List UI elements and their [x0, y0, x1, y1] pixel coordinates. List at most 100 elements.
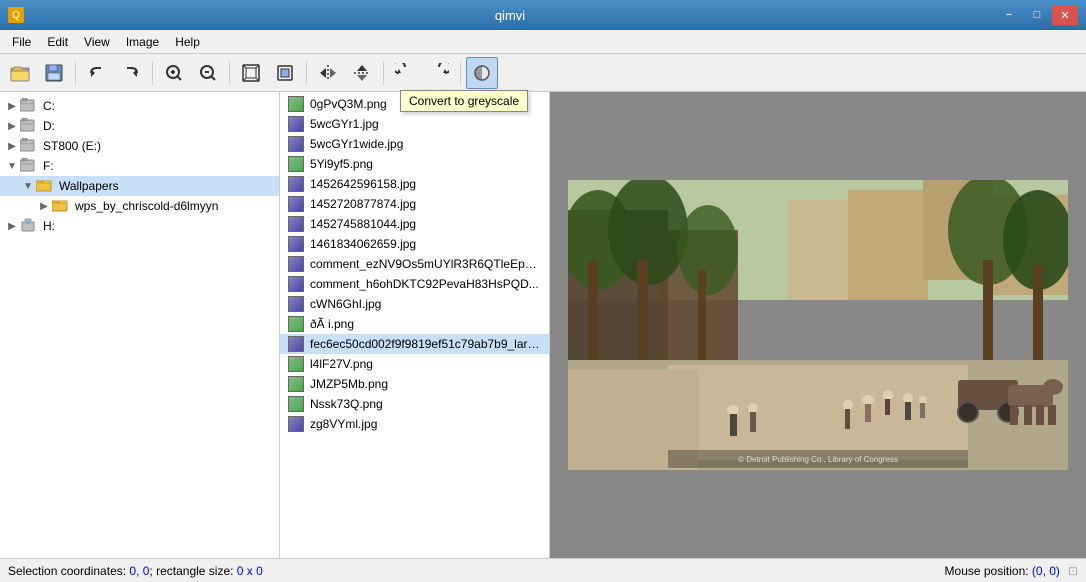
file-thumbnail — [288, 236, 304, 252]
file-item[interactable]: 1461834062659.jpg — [280, 234, 549, 254]
maximize-button[interactable]: □ — [1024, 5, 1050, 25]
file-item-selected[interactable]: fec6ec50cd002f9f9819ef51c79ab7b9_larg... — [280, 334, 549, 354]
file-item[interactable]: comment_h6ohDKTC92PevaH83HsPQD... — [280, 274, 549, 294]
undo-button[interactable] — [81, 57, 113, 89]
selection-coords: 0, 0 — [129, 564, 149, 578]
file-thumbnail — [288, 356, 304, 372]
rotate-ccw-button[interactable] — [389, 57, 421, 89]
file-name: fec6ec50cd002f9f9819ef51c79ab7b9_larg... — [310, 337, 541, 351]
tree-item-wallpapers[interactable]: ▼ Wallpapers — [0, 176, 279, 196]
file-thumbnail — [288, 136, 304, 152]
status-selection: Selection coordinates: 0, 0; rectangle s… — [8, 564, 945, 578]
file-item[interactable]: 1452745881044.jpg — [280, 214, 549, 234]
image-viewer[interactable]: © Detroit Publishing Co., Library of Con… — [550, 92, 1086, 558]
file-name: 5wcGYr1.jpg — [310, 117, 379, 131]
minimize-button[interactable]: − — [996, 5, 1022, 25]
tree-panel[interactable]: ▶ C: ▶ D: ▶ ST800 (E:) ▼ — [0, 92, 280, 558]
file-thumbnail — [288, 276, 304, 292]
file-item[interactable]: comment_ezNV9Os5mUYlR3R6QTleEp7... — [280, 254, 549, 274]
tooltip: Convert to greyscale — [400, 90, 528, 112]
tree-item-h[interactable]: ▶ H: — [0, 216, 279, 236]
flip-h-button[interactable] — [312, 57, 344, 89]
file-thumbnail — [288, 296, 304, 312]
tree-item-wps[interactable]: ▶ wps_by_chriscold-d6lmyyn — [0, 196, 279, 216]
file-name: 1452720877874.jpg — [310, 197, 416, 211]
file-thumbnail — [288, 376, 304, 392]
actual-size-button[interactable] — [269, 57, 301, 89]
file-item[interactable]: 5Yi9yf5.png — [280, 154, 549, 174]
tree-label: F: — [43, 159, 54, 173]
file-name: 5Yi9yf5.png — [310, 157, 373, 171]
file-name: zg8VYml.jpg — [310, 417, 377, 431]
file-name: 0gPvQ3M.png — [310, 97, 387, 111]
greyscale-button[interactable] — [466, 57, 498, 89]
tree-label: Wallpapers — [59, 179, 119, 193]
separator-1 — [75, 61, 76, 85]
menu-image[interactable]: Image — [118, 33, 167, 51]
tree-label: wps_by_chriscold-d6lmyyn — [75, 199, 218, 213]
expand-icon[interactable]: ▼ — [20, 181, 36, 192]
close-button[interactable]: ✕ — [1052, 5, 1078, 25]
zoom-out-button[interactable] — [192, 57, 224, 89]
file-name: 1461834062659.jpg — [310, 237, 416, 251]
open-button[interactable] — [4, 57, 36, 89]
svg-text:© Detroit Publishing Co., Libr: © Detroit Publishing Co., Library of Con… — [738, 455, 898, 464]
file-name: comment_ezNV9Os5mUYlR3R6QTleEp7... — [310, 257, 541, 271]
file-item[interactable]: JMZP5Mb.png — [280, 374, 549, 394]
file-item[interactable]: 5wcGYr1wide.jpg — [280, 134, 549, 154]
fit-window-button[interactable] — [235, 57, 267, 89]
file-name: Nssk73Q.png — [310, 397, 383, 411]
file-list-panel[interactable]: 0gPvQ3M.png 5wcGYr1.jpg 5wcGYr1wide.jpg … — [280, 92, 550, 558]
file-name: 1452642596158.jpg — [310, 177, 416, 191]
file-item[interactable]: ðÃ i.png — [280, 314, 549, 334]
file-item[interactable]: cWN6GhI.jpg — [280, 294, 549, 314]
file-item[interactable]: l4lF27V.png — [280, 354, 549, 374]
file-item[interactable]: 5wcGYr1.jpg — [280, 114, 549, 134]
zoom-in-button[interactable] — [158, 57, 190, 89]
file-name: 5wcGYr1wide.jpg — [310, 137, 403, 151]
tree-item-d[interactable]: ▶ D: — [0, 116, 279, 136]
file-thumbnail — [288, 216, 304, 232]
file-item[interactable]: 1452720877874.jpg — [280, 194, 549, 214]
tree-item-c[interactable]: ▶ C: — [0, 96, 279, 116]
selection-size: 0 x 0 — [237, 564, 263, 578]
file-name: 1452745881044.jpg — [310, 217, 416, 231]
expand-icon[interactable]: ▶ — [4, 141, 20, 152]
main-image: © Detroit Publishing Co., Library of Con… — [568, 180, 1068, 470]
expand-icon[interactable]: ▼ — [4, 161, 20, 172]
separator-3 — [229, 61, 230, 85]
file-name: comment_h6ohDKTC92PevaH83HsPQD... — [310, 277, 539, 291]
file-item[interactable]: 1452642596158.jpg — [280, 174, 549, 194]
file-item[interactable]: zg8VYml.jpg — [280, 414, 549, 434]
menu-help[interactable]: Help — [167, 33, 208, 51]
file-thumbnail — [288, 316, 304, 332]
file-thumbnail — [288, 116, 304, 132]
flip-v-button[interactable] — [346, 57, 378, 89]
menu-file[interactable]: File — [4, 33, 39, 51]
menu-view[interactable]: View — [76, 33, 118, 51]
tree-label: D: — [43, 119, 55, 133]
separator-4 — [306, 61, 307, 85]
expand-icon[interactable]: ▶ — [4, 221, 20, 232]
save-button[interactable] — [38, 57, 70, 89]
main-content: ▶ C: ▶ D: ▶ ST800 (E:) ▼ — [0, 92, 1086, 558]
file-name: JMZP5Mb.png — [310, 377, 388, 391]
separator-6 — [460, 61, 461, 85]
file-thumbnail — [288, 156, 304, 172]
tree-label: ST800 (E:) — [43, 139, 101, 153]
expand-icon[interactable]: ▶ — [4, 121, 20, 132]
file-name: l4lF27V.png — [310, 357, 373, 371]
tree-item-f[interactable]: ▼ F: — [0, 156, 279, 176]
rotate-cw-button[interactable] — [423, 57, 455, 89]
expand-icon[interactable]: ▶ — [36, 201, 52, 212]
redo-button[interactable] — [115, 57, 147, 89]
file-item[interactable]: Nssk73Q.png — [280, 394, 549, 414]
file-thumbnail — [288, 96, 304, 112]
menu-edit[interactable]: Edit — [39, 33, 76, 51]
file-name: ðÃ i.png — [310, 317, 354, 331]
tree-label: H: — [43, 219, 55, 233]
title-bar: Q qimvi − □ ✕ — [0, 0, 1086, 30]
tree-item-e[interactable]: ▶ ST800 (E:) — [0, 136, 279, 156]
expand-icon[interactable]: ▶ — [4, 101, 20, 112]
app-icon: Q — [8, 7, 24, 23]
